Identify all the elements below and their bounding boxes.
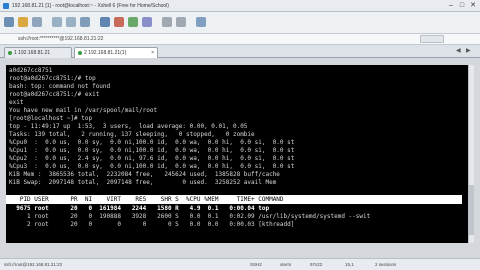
minimize-icon[interactable]: – [446, 0, 456, 12]
window-title: 192.168.81.21 [1] - root@localhost:~ - X… [12, 3, 169, 9]
terminal-line: top - 11:49:17 up 1:53, 3 users, load av… [9, 123, 248, 130]
terminal-line: [root@localhost ~]# top [9, 115, 93, 122]
status-sessions: 2 sessions [375, 262, 397, 267]
terminal-line: %Cpu0 : 0.0 us, 0.0 sy, 0.0 ni,100.0 id,… [9, 139, 295, 146]
terminal-line: exit [9, 99, 24, 106]
process-table-header: PID USER PR NI VIRT RES SHR S %CPU %MEM … [6, 195, 462, 204]
maximize-icon[interactable]: □ [457, 0, 467, 12]
terminal-scrollbar[interactable] [468, 65, 474, 243]
status-connection: ssh://root@192.168.81.21:22 [4, 262, 63, 267]
title-bar: 192.168.81.21 [1] - root@localhost:~ - X… [0, 0, 480, 12]
terminal-line: %Cpu1 : 0.0 us, 0.0 sy, 0.0 ni,100.0 id,… [9, 147, 295, 154]
copy-icon[interactable] [52, 17, 62, 27]
terminal-screen[interactable]: a0d267cc8751 root@a0d267cc8751:/# top ba… [6, 65, 468, 243]
terminal-line: a0d267cc8751 [9, 67, 53, 74]
terminal-line: You have new mail in /var/spool/mail/roo… [9, 107, 158, 114]
properties-icon[interactable] [100, 17, 110, 27]
status-terminal: xterm [280, 262, 292, 267]
tab-label: 2 192.168.81.21(1) [84, 50, 127, 56]
address-dropdown[interactable] [420, 35, 444, 43]
session-tabs: 1 192.168.81.21 2 192.168.81.21(1) × ◀ ▶ [0, 45, 480, 58]
tab-prev-icon[interactable]: ◀ [456, 47, 461, 56]
status-size: 97x22 [310, 262, 323, 267]
lock-icon[interactable] [162, 17, 172, 27]
address-bar: ssh://root:**********@192.168.81.21:22 [0, 34, 480, 45]
terminal-line: %Cpu2 : 0.0 us, 2.4 sy, 0.0 ni, 97.6 id,… [9, 155, 295, 162]
globe-icon[interactable] [128, 17, 138, 27]
terminal-line: bash: top: command not found [9, 83, 111, 90]
address-text[interactable]: ssh://root:**********@192.168.81.21:22 [18, 34, 103, 45]
connected-status-icon [78, 51, 82, 55]
process-row: 2 root 20 0 0 0 0 S 0.0 0.0 0:00.03 [kth… [9, 221, 295, 228]
toolbar [0, 12, 480, 34]
xshell-app-icon [3, 3, 9, 9]
paste-icon[interactable] [66, 17, 76, 27]
process-row: 1 root 20 0 190888 3928 2600 S 0.0 0.1 0… [9, 213, 371, 220]
fullscreen-icon[interactable] [176, 17, 186, 27]
help-icon[interactable] [196, 17, 206, 27]
tab-next-icon[interactable]: ▶ [466, 47, 471, 56]
process-row: 9675 root 20 0 161984 2244 1580 R 4.9 0.… [9, 205, 270, 212]
close-icon[interactable]: ✕ [468, 0, 478, 12]
xftp-icon[interactable] [114, 17, 124, 27]
terminal-line: root@a0d267cc8751:/# exit [9, 91, 100, 98]
terminal-line: KiB Mem : 3865536 total, 2232084 free, 2… [9, 171, 280, 178]
open-folder-icon[interactable] [18, 17, 28, 27]
status-protocol: SSH2 [250, 262, 262, 267]
terminal-line: KiB Swap: 2097148 total, 2097148 free, 0… [9, 179, 277, 186]
tab-session-2[interactable]: 2 192.168.81.21(1) × [74, 47, 158, 58]
tab-session-1[interactable]: 1 192.168.81.21 [4, 47, 72, 58]
tab-label: 1 192.168.81.21 [14, 50, 51, 56]
terminal-line: %Cpu3 : 0.0 us, 0.0 sy, 0.0 ni,100.0 id,… [9, 163, 295, 170]
scrollbar-thumb[interactable] [469, 185, 474, 235]
connected-status-icon [8, 51, 12, 55]
close-tab-icon[interactable]: × [151, 48, 154, 58]
font-icon[interactable] [142, 17, 152, 27]
terminal-line: Tasks: 139 total, 2 running, 137 sleepin… [9, 131, 255, 138]
status-bar: ssh://root@192.168.81.21:22 SSH2 xterm 9… [0, 258, 480, 270]
status-cursor: 15,1 [345, 262, 354, 267]
new-session-icon[interactable] [4, 17, 14, 27]
reconnect-icon[interactable] [32, 17, 42, 27]
terminal-line: root@a0d267cc8751:/# top [9, 75, 96, 82]
search-icon[interactable] [80, 17, 90, 27]
